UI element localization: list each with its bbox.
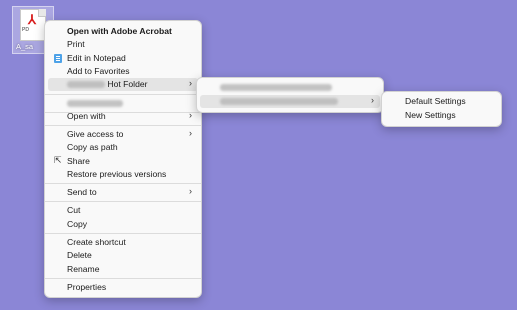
menu-item-label: New Settings <box>405 110 456 120</box>
menu-separator <box>45 278 201 279</box>
menu-item-label: Hot Folder <box>67 79 148 89</box>
menu-item-label: Delete <box>67 250 92 260</box>
chevron-right-icon: › <box>371 95 374 105</box>
menu-item-label: Edit in Notepad <box>67 53 126 63</box>
submenu-item-printer-2[interactable]: › <box>200 95 380 108</box>
menu-item-copy-as-path[interactable]: Copy as path <box>48 141 198 154</box>
menu-item-label: Copy as path <box>67 142 118 152</box>
menu-separator <box>45 233 201 234</box>
menu-item-label: Properties <box>67 282 107 292</box>
menu-separator <box>45 183 201 184</box>
menu-item-blurred[interactable] <box>48 97 198 110</box>
chevron-right-icon: › <box>189 186 192 196</box>
menu-item-send-to[interactable]: Send to › <box>48 186 198 199</box>
menu-item-default-settings[interactable]: Default Settings <box>385 95 498 108</box>
menu-item-open-with-acrobat[interactable]: Open with Adobe Acrobat <box>48 25 198 38</box>
context-menu: Open with Adobe Acrobat Print Edit in No… <box>44 20 202 298</box>
menu-item-properties[interactable]: Properties <box>48 281 198 294</box>
menu-item-label: Share <box>67 156 90 166</box>
menu-item-hot-folder[interactable]: Hot Folder › <box>48 78 198 91</box>
menu-item-label <box>220 96 338 106</box>
menu-item-label: Default Settings <box>405 96 466 106</box>
menu-item-label: Cut <box>67 205 81 215</box>
notepad-icon <box>54 54 62 63</box>
menu-item-label: Create shortcut <box>67 237 126 247</box>
menu-item-label: Open with Adobe Acrobat <box>67 26 172 36</box>
chevron-right-icon: › <box>189 110 192 120</box>
menu-separator <box>45 125 201 126</box>
menu-item-label: Rename <box>67 264 100 274</box>
menu-item-label: Copy <box>67 219 88 229</box>
menu-item-label: Give access to <box>67 129 124 139</box>
menu-item-give-access[interactable]: Give access to › <box>48 128 198 141</box>
menu-item-share[interactable]: ⇱ Share <box>48 155 198 168</box>
hot-folder-text: Hot Folder <box>107 79 148 89</box>
menu-item-rename[interactable]: Rename <box>48 263 198 276</box>
menu-item-create-shortcut[interactable]: Create shortcut <box>48 236 198 249</box>
share-icon: ⇱ <box>54 155 62 165</box>
menu-item-label <box>67 98 123 108</box>
menu-item-label: Restore previous versions <box>67 169 167 179</box>
menu-item-open-with[interactable]: Open with › <box>48 110 198 123</box>
pdf-file-icon[interactable]: ⅄ PD <box>20 9 46 41</box>
menu-item-cut[interactable]: Cut <box>48 204 198 217</box>
settings-submenu: Default Settings New Settings <box>381 91 502 127</box>
menu-item-label: Open with <box>67 111 106 121</box>
chevron-right-icon: › <box>189 78 192 88</box>
desktop-file-label[interactable]: A_sa <box>16 42 33 51</box>
menu-item-label: Add to Favorites <box>67 66 130 76</box>
menu-item-print[interactable]: Print <box>48 38 198 51</box>
pdf-badge-text: PD <box>22 27 29 33</box>
menu-item-restore-previous-versions[interactable]: Restore previous versions <box>48 168 198 181</box>
menu-item-label <box>220 82 332 92</box>
menu-separator <box>45 94 201 95</box>
menu-item-delete[interactable]: Delete <box>48 249 198 262</box>
menu-item-add-to-favorites[interactable]: Add to Favorites <box>48 65 198 78</box>
hot-folder-submenu: › <box>196 77 384 113</box>
menu-item-new-settings[interactable]: New Settings <box>385 109 498 122</box>
menu-separator <box>45 201 201 202</box>
menu-item-edit-in-notepad[interactable]: Edit in Notepad <box>48 52 198 65</box>
menu-item-label: Send to <box>67 187 97 197</box>
menu-item-copy[interactable]: Copy <box>48 218 198 231</box>
chevron-right-icon: › <box>189 128 192 138</box>
menu-item-label: Print <box>67 39 85 49</box>
submenu-item-printer-1[interactable] <box>200 81 380 94</box>
